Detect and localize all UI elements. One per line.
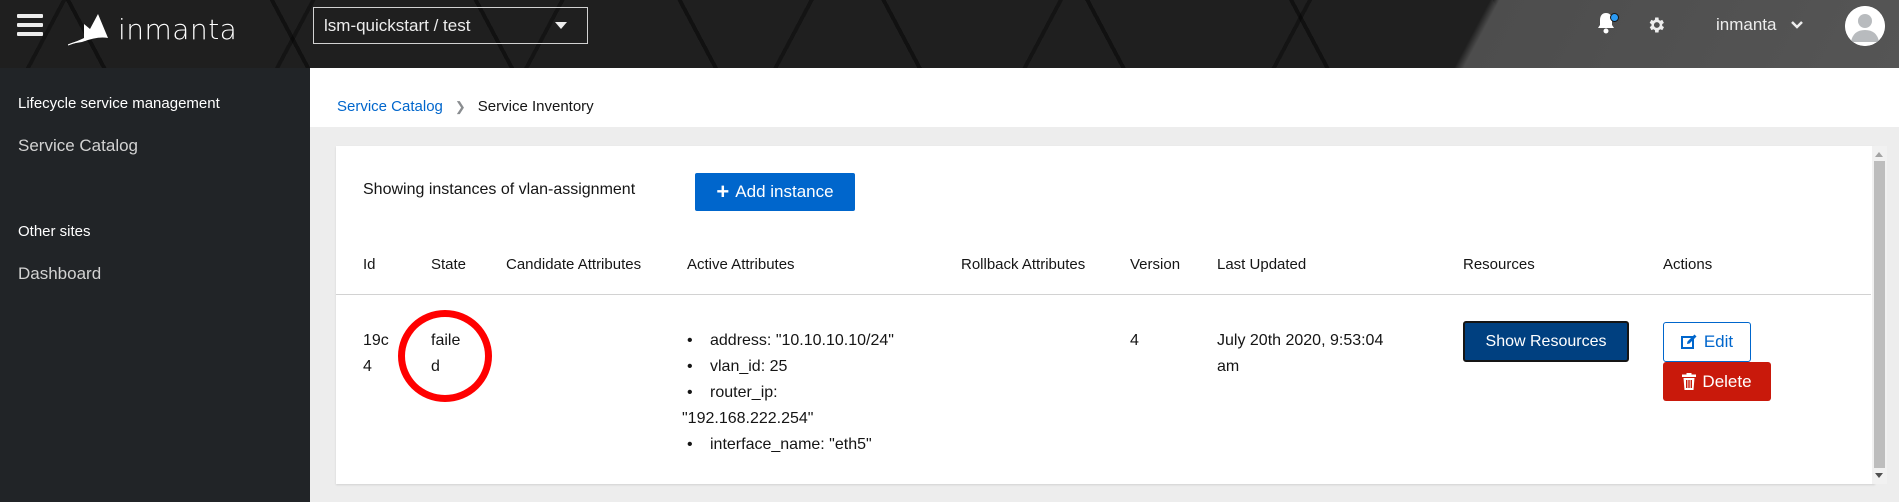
cell-active-attributes: • address: "10.10.10.10/24" • vlan_id: 25 … [682,328,894,458]
cell-id: 19c 4 [363,328,389,380]
add-instance-label: Add instance [735,182,834,201]
chevron-down-icon [1791,21,1804,29]
service-inventory-card: Showing instances of vlan-assignment + A… [336,146,1875,484]
attribute-item: • address: "10.10.10.10/24" [687,332,894,349]
chevron-right-icon: ❯ [454,98,466,114]
breadcrumb-service-inventory: Service Inventory [477,98,594,115]
show-resources-button[interactable]: Show Resources [1463,321,1629,362]
attribute-text: address: "10.10.10.10/24" [710,332,894,349]
column-header-actions: Actions [1663,256,1713,273]
scroll-thumb[interactable] [1874,161,1885,468]
mountain-logo-icon [68,14,108,46]
column-header-active-attributes: Active Attributes [687,256,795,273]
scroll-down-arrow-icon[interactable] [1875,473,1883,478]
attribute-text: "192.168.222.254" [682,410,814,427]
attribute-text: vlan_id: 25 [710,358,788,375]
environment-selector[interactable]: lsm-quickstart / test [313,7,588,44]
logo-text: inmanta [118,13,238,46]
last-updated-text: July 20th 2020, 9:53:04 [1217,332,1384,349]
delete-label: Delete [1702,371,1752,391]
column-header-id: Id [363,256,376,273]
attribute-item: • interface_name: "eth5" [687,436,872,453]
attribute-item: • router_ip: [687,384,778,401]
column-header-last-updated: Last Updated [1217,256,1307,273]
hamburger-bar [17,23,43,27]
column-header-rollback-attributes: Rollback Attributes [961,256,1086,273]
hamburger-bar [17,32,43,36]
environment-selector-value: lsm-quickstart / test [324,15,471,35]
vertical-scrollbar[interactable] [1872,146,1887,484]
hamburger-bar [17,14,43,18]
instances-caption: Showing instances of vlan-assignment [363,181,636,198]
active-attributes-list: • address: "10.10.10.10/24" • vlan_id: 25 … [682,328,894,458]
add-instance-button[interactable]: + Add instance [695,173,855,211]
state-text: faile [431,332,461,349]
sidebar-item-dashboard[interactable]: Dashboard [18,264,101,284]
hamburger-icon[interactable] [17,14,43,36]
user-menu[interactable]: inmanta [1716,12,1804,38]
notification-badge [1610,13,1619,22]
cell-version: 4 [1130,332,1139,349]
table-header-divider [336,294,1871,295]
column-header-state: State [431,256,467,273]
masthead: inmanta lsm-quickstart / test inmanta [0,0,1899,68]
user-avatar-icon [1845,6,1885,46]
trash-icon [1682,373,1697,390]
delete-button[interactable]: Delete [1663,362,1771,401]
nav-section-title: Lifecycle service management [18,95,220,112]
gear-icon[interactable] [1646,15,1666,35]
inmanta-logo[interactable]: inmanta [68,8,237,46]
breadcrumb-service-catalog[interactable]: Service Catalog [337,98,443,115]
cell-last-updated: July 20th 2020, 9:53:04 am [1217,328,1383,380]
edit-label: Edit [1703,332,1734,351]
attribute-text: interface_name: "eth5" [710,436,872,453]
breadcrumb-bar: Service Catalog ❯ Service Inventory [310,68,1899,127]
attribute-text: router_ip: [710,384,778,401]
id-text: 4 [363,358,372,375]
edit-button[interactable]: Edit [1663,322,1751,362]
attribute-item: • vlan_id: 25 [687,358,788,375]
column-header-resources: Resources [1463,256,1535,273]
sidebar: Lifecycle service management Service Cat… [0,68,310,502]
column-header-candidate-attributes: Candidate Attributes [506,256,642,273]
nav-section-title: Other sites [18,223,91,240]
last-updated-text: am [1217,358,1240,375]
cell-state: faile d [431,328,460,380]
id-text: 19c [363,332,389,349]
caret-down-icon [555,22,567,29]
attribute-item-continuation: "192.168.222.254" [682,406,894,432]
scroll-up-arrow-icon[interactable] [1875,152,1883,157]
user-avatar[interactable] [1845,6,1885,46]
edit-icon [1680,334,1698,350]
column-header-version: Version [1130,256,1181,273]
sidebar-item-service-catalog[interactable]: Service Catalog [18,136,138,156]
user-name: inmanta [1716,15,1777,34]
breadcrumb: Service Catalog ❯ Service Inventory [337,98,594,115]
state-text: d [431,358,440,375]
plus-icon: + [716,179,730,204]
